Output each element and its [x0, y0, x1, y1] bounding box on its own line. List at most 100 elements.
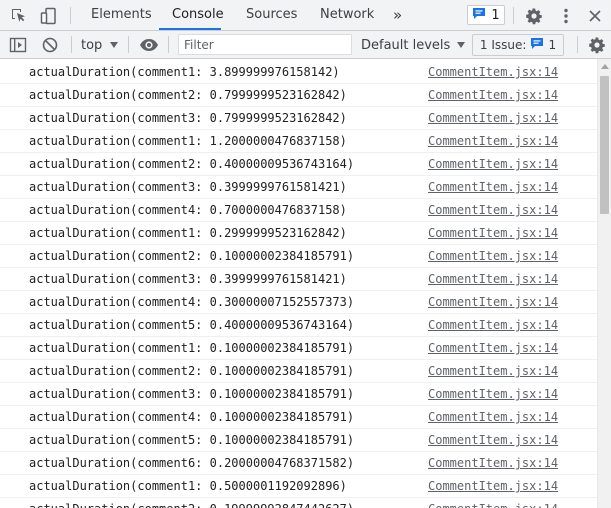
live-expression-icon[interactable] [139, 35, 159, 55]
tab-bar-divider [70, 7, 71, 24]
log-message: actualDuration(comment1: 3.8999999761581… [29, 65, 340, 79]
log-source-link[interactable]: CommentItem.jsx:14 [428, 429, 558, 452]
log-message: actualDuration(comment3: 0.3999999761581… [29, 180, 347, 194]
message-count: 1 [491, 7, 500, 23]
toolbar-divider [71, 36, 72, 53]
log-message: actualDuration(comment5: 0.4000000953674… [29, 318, 355, 332]
log-source-link[interactable]: CommentItem.jsx:14 [428, 314, 558, 337]
log-entry: actualDuration(comment2: 0.1000000238418… [0, 360, 597, 383]
message-icon [472, 7, 486, 23]
gear-icon[interactable] [587, 35, 607, 55]
log-entry: actualDuration(comment1: 0.2999999523162… [0, 222, 597, 245]
clear-console-icon[interactable] [40, 35, 60, 55]
log-message: actualDuration(comment6: 0.2000000476837… [29, 456, 355, 470]
log-entry: actualDuration(comment2: 0.1999999284744… [0, 498, 597, 508]
devtools-window: Elements Console Sources Network » 1 top… [0, 0, 611, 508]
log-source-link[interactable]: CommentItem.jsx:14 [428, 130, 558, 153]
active-tab-indicator [159, 28, 221, 30]
tab-elements[interactable]: Elements [91, 0, 152, 30]
log-entry: actualDuration(comment1: 0.5000001192092… [0, 475, 597, 498]
log-source-link[interactable]: CommentItem.jsx:14 [428, 337, 558, 360]
log-message: actualDuration(comment2: 0.4000000953674… [29, 157, 355, 171]
messages-badge[interactable]: 1 [467, 5, 505, 25]
log-source-link[interactable]: CommentItem.jsx:14 [428, 268, 558, 291]
log-source-link[interactable]: CommentItem.jsx:14 [428, 84, 558, 107]
log-source-link[interactable]: CommentItem.jsx:14 [428, 176, 558, 199]
log-message: actualDuration(comment2: 0.7999999523162… [29, 88, 347, 102]
log-message: actualDuration(comment2: 0.1999999284744… [29, 498, 354, 508]
toolbar-divider [577, 36, 578, 53]
log-source-link[interactable]: CommentItem.jsx:14 [428, 406, 558, 429]
log-source-link[interactable]: CommentItem.jsx:14 [428, 498, 558, 508]
more-options-icon[interactable] [556, 6, 576, 26]
log-source-link[interactable]: CommentItem.jsx:14 [428, 360, 558, 383]
log-entry: actualDuration(comment3: 0.1000000238418… [0, 383, 597, 406]
log-source-link[interactable]: CommentItem.jsx:14 [428, 107, 558, 130]
log-source-link[interactable]: CommentItem.jsx:14 [428, 199, 558, 222]
log-message: actualDuration(comment1: 0.2999999523162… [29, 226, 347, 240]
log-entry: actualDuration(comment2: 0.7999999523162… [0, 84, 597, 107]
log-entry: actualDuration(comment2: 0.4000000953674… [0, 153, 597, 176]
log-message: actualDuration(comment3: 0.3999999761581… [29, 272, 347, 286]
console-sidebar-icon[interactable] [8, 35, 28, 55]
log-source-link[interactable]: CommentItem.jsx:14 [428, 222, 558, 245]
console-log-area[interactable]: actualDuration(comment1: 3.8999999761581… [0, 59, 597, 508]
log-source-link[interactable]: CommentItem.jsx:14 [428, 61, 558, 84]
log-message: actualDuration(comment1: 0.5000001192092… [29, 479, 347, 493]
tab-console[interactable]: Console [172, 0, 224, 30]
toolbar-divider [128, 36, 129, 53]
log-entry: actualDuration(comment5: 0.1000000238418… [0, 429, 597, 452]
log-source-link[interactable]: CommentItem.jsx:14 [428, 245, 558, 268]
log-entry: actualDuration(comment6: 0.2000000476837… [0, 452, 597, 475]
log-message: actualDuration(comment2: 0.1000000238418… [29, 364, 355, 378]
log-entry: actualDuration(comment3: 0.3999999761581… [0, 268, 597, 291]
gear-icon[interactable] [524, 6, 544, 26]
log-message: actualDuration(comment4: 0.1000000238418… [29, 410, 355, 424]
log-scrollbar[interactable] [597, 59, 611, 508]
log-message: actualDuration(comment5: 0.1000000238418… [29, 433, 355, 447]
log-message: actualDuration(comment3: 0.1000000238418… [29, 387, 355, 401]
message-icon [530, 37, 544, 53]
scrollbar-thumb[interactable] [600, 76, 609, 214]
log-levels-value: Default levels [361, 37, 451, 53]
devtools-tab-bar: Elements Console Sources Network » 1 [0, 0, 611, 31]
console-toolbar: top Default levels 1 Issue: [0, 31, 611, 59]
log-entry: actualDuration(comment1: 3.8999999761581… [0, 61, 597, 84]
tab-bar-divider-right [513, 7, 514, 24]
log-source-link[interactable]: CommentItem.jsx:14 [428, 452, 558, 475]
log-message: actualDuration(comment1: 0.1000000238418… [29, 341, 355, 355]
chevron-down-icon [110, 42, 119, 48]
log-source-link[interactable]: CommentItem.jsx:14 [428, 291, 558, 314]
log-entry: actualDuration(comment2: 0.1000000238418… [0, 245, 597, 268]
log-entry: actualDuration(comment4: 0.7000000476837… [0, 199, 597, 222]
context-select-value: top [81, 37, 103, 53]
chevron-down-icon [457, 42, 466, 48]
log-message: actualDuration(comment2: 0.1000000238418… [29, 249, 355, 263]
log-message: actualDuration(comment4: 0.7000000476837… [29, 203, 347, 217]
log-entry: actualDuration(comment3: 0.3999999761581… [0, 176, 597, 199]
context-select[interactable]: top [81, 35, 119, 55]
issues-button[interactable]: 1 Issue: 1 [472, 34, 564, 56]
issues-label: 1 Issue: [479, 38, 527, 52]
filter-input[interactable] [178, 34, 352, 55]
inspect-element-icon[interactable] [9, 6, 29, 26]
more-tabs-button[interactable]: » [393, 0, 402, 30]
log-entry: actualDuration(comment1: 1.2000000476837… [0, 130, 597, 153]
log-entry: actualDuration(comment4: 0.1000000238418… [0, 406, 597, 429]
issues-count: 1 [548, 38, 557, 52]
log-entry: actualDuration(comment1: 0.1000000238418… [0, 337, 597, 360]
close-icon[interactable] [585, 6, 605, 26]
log-source-link[interactable]: CommentItem.jsx:14 [428, 475, 558, 498]
log-levels-select[interactable]: Default levels [361, 35, 466, 55]
log-entry: actualDuration(comment3: 0.7999999523162… [0, 107, 597, 130]
tab-network[interactable]: Network [320, 0, 374, 30]
log-source-link[interactable]: CommentItem.jsx:14 [428, 383, 558, 406]
device-toolbar-icon[interactable] [39, 6, 59, 26]
log-message: actualDuration(comment4: 0.3000000715255… [29, 295, 355, 309]
log-entry: actualDuration(comment4: 0.3000000715255… [0, 291, 597, 314]
scroll-up-arrow-icon[interactable] [601, 64, 609, 69]
log-message: actualDuration(comment3: 0.7999999523162… [29, 111, 347, 125]
log-source-link[interactable]: CommentItem.jsx:14 [428, 153, 558, 176]
log-entry: actualDuration(comment5: 0.4000000953674… [0, 314, 597, 337]
tab-sources[interactable]: Sources [246, 0, 297, 30]
